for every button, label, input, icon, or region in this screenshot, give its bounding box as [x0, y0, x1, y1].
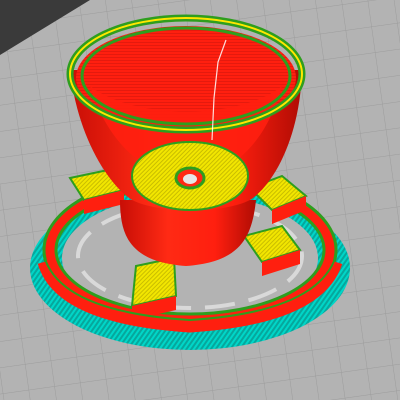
spoke-front-left: [130, 256, 178, 320]
print-preview-canvas[interactable]: [0, 0, 400, 400]
center-hole: [183, 174, 197, 184]
print-preview-viewport[interactable]: [0, 0, 400, 400]
